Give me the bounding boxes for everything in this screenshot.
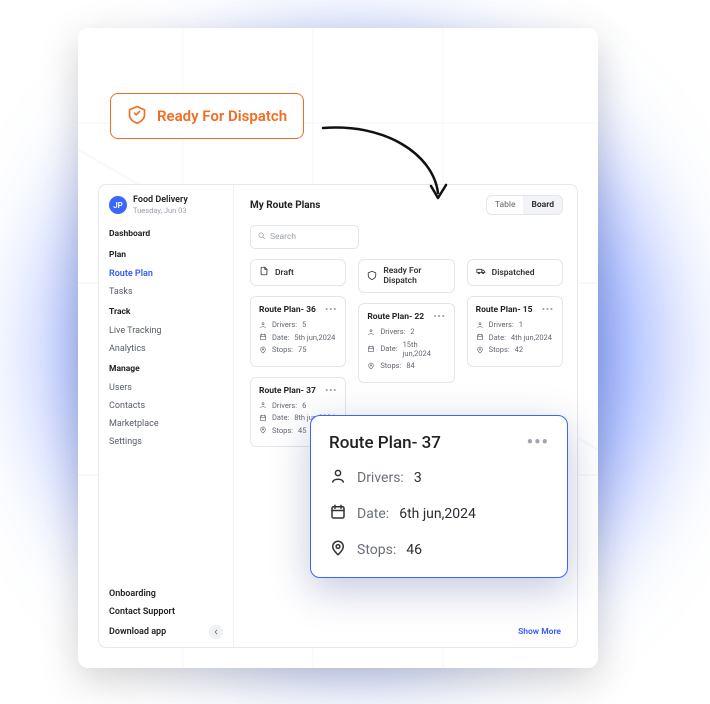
nav-tasks[interactable]: Tasks: [109, 283, 223, 301]
calendar-icon: [259, 414, 267, 422]
pin-icon: [329, 539, 347, 561]
user-icon: [367, 328, 375, 336]
arrow-illustration: [313, 118, 463, 218]
popup-title: Route Plan- 37: [329, 433, 441, 453]
card-menu-button[interactable]: •••: [433, 312, 445, 322]
route-plan-popup[interactable]: Route Plan- 37 ••• Drivers: 3 Date: 6th …: [310, 415, 568, 578]
card-title: Route Plan- 36: [259, 305, 316, 315]
search-placeholder: Search: [270, 232, 296, 242]
nav-onboarding[interactable]: Onboarding: [109, 585, 223, 603]
pin-icon: [259, 346, 267, 354]
search-input[interactable]: Search: [250, 225, 359, 249]
column-label: Dispatched: [492, 268, 535, 278]
top-status-badge: Ready For Dispatch: [110, 93, 304, 139]
card-menu-button[interactable]: •••: [325, 305, 337, 315]
nav-live-tracking[interactable]: Live Tracking: [109, 322, 223, 340]
sidebar: JP Food Delivery Tuesday, Jun 03 Dashboa…: [99, 185, 234, 647]
popup-menu-button[interactable]: •••: [527, 432, 549, 453]
top-status-label: Ready For Dispatch: [157, 107, 287, 125]
user-icon: [329, 467, 347, 489]
calendar-icon: [259, 333, 267, 341]
column-head-dispatched[interactable]: Dispatched: [467, 259, 563, 286]
pane-title: My Route Plans: [250, 200, 320, 211]
calendar-icon: [476, 333, 484, 341]
user-icon: [259, 321, 267, 329]
nav-contacts[interactable]: Contacts: [109, 397, 223, 415]
truck-icon: [476, 266, 486, 279]
card-title: Route Plan- 37: [259, 386, 316, 396]
card-menu-button[interactable]: •••: [542, 305, 554, 315]
column-label: Ready For Dispatch: [383, 266, 445, 286]
view-toggle-table[interactable]: Table: [487, 196, 524, 214]
route-card[interactable]: Route Plan- 15 ••• Drivers: 1 Date: 4th …: [467, 296, 563, 367]
column-head-draft[interactable]: Draft: [250, 259, 346, 286]
nav-route-plan[interactable]: Route Plan: [109, 265, 223, 283]
avatar[interactable]: JP: [109, 196, 127, 214]
nav-download-app[interactable]: Download app: [109, 627, 166, 637]
column-head-ready[interactable]: Ready For Dispatch: [358, 259, 454, 293]
nav-section-plan: Plan: [109, 250, 223, 260]
route-card[interactable]: Route Plan- 22 ••• Drivers: 2 Date: 15th…: [358, 303, 454, 383]
view-toggle[interactable]: Table Board: [486, 195, 563, 215]
pin-icon: [259, 426, 267, 434]
nav-analytics[interactable]: Analytics: [109, 340, 223, 358]
calendar-icon: [367, 345, 375, 353]
nav-support[interactable]: Contact Support: [109, 603, 223, 621]
card-title: Route Plan- 15: [476, 305, 533, 315]
column-label: Draft: [275, 268, 294, 278]
view-toggle-board[interactable]: Board: [523, 196, 562, 214]
project-date: Tuesday, Jun 03: [133, 206, 188, 215]
file-icon: [259, 266, 269, 279]
nav-users[interactable]: Users: [109, 379, 223, 397]
user-icon: [259, 401, 267, 409]
card-title: Route Plan- 22: [367, 312, 424, 322]
route-card[interactable]: Route Plan- 36 ••• Drivers: 5 Date: 5th …: [250, 296, 346, 367]
calendar-icon: [329, 503, 347, 525]
pin-icon: [476, 346, 484, 354]
project-name: Food Delivery: [133, 195, 188, 205]
search-icon: [257, 231, 266, 243]
dispatch-icon: [367, 270, 377, 283]
card-menu-button[interactable]: •••: [325, 386, 337, 396]
user-icon: [476, 321, 484, 329]
nav-dashboard[interactable]: Dashboard: [109, 229, 223, 239]
show-more-link[interactable]: Show More: [518, 627, 561, 637]
nav-section-manage: Manage: [109, 364, 223, 374]
nav-marketplace[interactable]: Marketplace: [109, 415, 223, 433]
nav-settings[interactable]: Settings: [109, 433, 223, 451]
collapse-sidebar-button[interactable]: [209, 625, 223, 639]
pin-icon: [367, 362, 375, 370]
nav-section-track: Track: [109, 307, 223, 317]
dispatch-icon: [127, 104, 147, 128]
